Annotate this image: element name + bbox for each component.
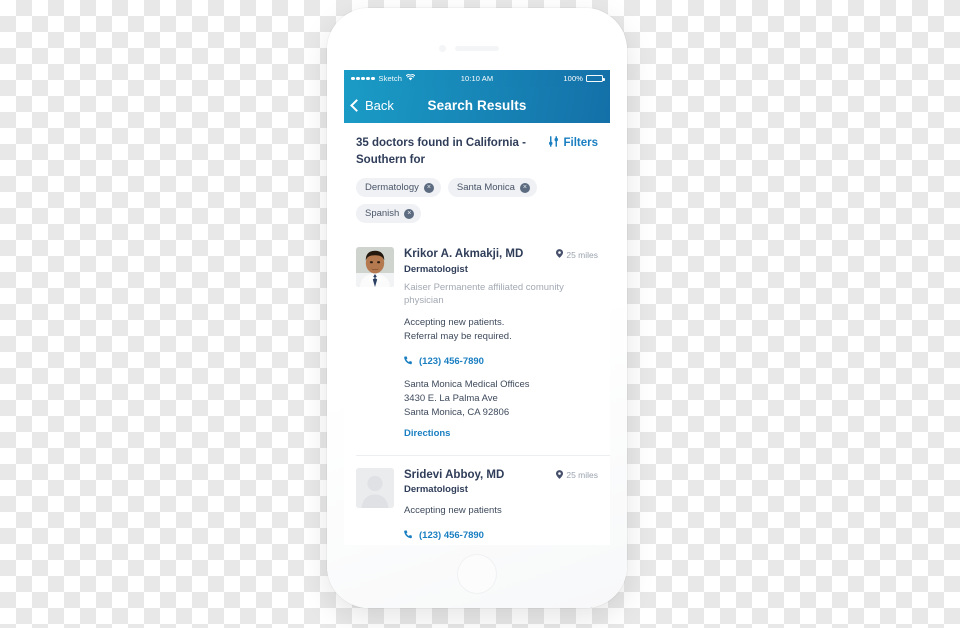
doctor-name: Sridevi Abboy, MD xyxy=(404,468,505,481)
map-pin-icon xyxy=(556,469,564,481)
doctor-photo-placeholder xyxy=(356,467,394,508)
doctor-phone-link[interactable]: (123) 456-7890 xyxy=(404,526,598,544)
earpiece-speaker xyxy=(455,46,499,51)
map-pin-icon xyxy=(556,249,564,260)
doctor-specialty: Dermatologist xyxy=(404,263,468,275)
phone-device: Sketch 10:10 AM 100% Back Search Results… xyxy=(327,8,627,608)
filters-button-label: Filters xyxy=(563,137,598,149)
filter-chip-label: Dermatology xyxy=(365,182,419,194)
doctor-name: Krikor A. Akmakji, MD xyxy=(404,248,524,261)
back-button[interactable]: Back xyxy=(350,97,394,113)
doctor-accepting-status: Accepting new patients. Referral may be … xyxy=(404,317,512,342)
filter-chip-label: Spanish xyxy=(365,208,400,220)
directions-link[interactable]: Directions xyxy=(404,428,450,439)
battery-percent-label: 100% xyxy=(563,74,583,83)
status-bar: Sketch 10:10 AM 100% xyxy=(344,70,610,87)
doctor-specialty: Dermatologist xyxy=(404,483,468,495)
filter-sliders-icon xyxy=(548,136,559,150)
doctor-photo xyxy=(356,247,394,288)
doctor-address: Santa Monica Medical Offices 3430 E. La … xyxy=(404,379,530,418)
signal-strength-icon xyxy=(351,76,375,81)
navigation-bar: Back Search Results xyxy=(344,87,610,123)
doctor-card-body: Sridevi Abboy, MD 25 miles Dermatologist… xyxy=(404,468,598,545)
doctor-result-card[interactable]: Krikor A. Akmakji, MD 25 miles Dermatolo… xyxy=(344,235,610,454)
carrier-label: Sketch xyxy=(378,74,403,83)
filter-chip-label: Santa Monica xyxy=(456,182,515,194)
doctor-card-body: Krikor A. Akmakji, MD 25 miles Dermatolo… xyxy=(404,247,598,440)
close-icon[interactable]: × xyxy=(423,182,434,193)
phone-icon xyxy=(404,352,413,370)
back-button-label: Back xyxy=(365,97,394,113)
filter-chip[interactable]: Spanish × xyxy=(356,204,422,224)
chevron-left-icon xyxy=(350,98,363,112)
distance-badge: 25 miles xyxy=(556,468,598,481)
doctor-affiliation: Kaiser Permanente affiliated comunity ph… xyxy=(404,281,564,307)
close-icon[interactable]: × xyxy=(404,208,415,219)
distance-label: 25 miles xyxy=(566,249,598,260)
distance-label: 25 miles xyxy=(566,470,598,481)
filter-chip[interactable]: Dermatology × xyxy=(356,178,441,198)
doctor-result-card[interactable]: Sridevi Abboy, MD 25 miles Dermatologist… xyxy=(356,454,610,545)
results-header: 35 doctors found in California - Souther… xyxy=(344,123,610,168)
phone-icon xyxy=(404,526,413,544)
filter-chip[interactable]: Santa Monica × xyxy=(447,178,537,198)
doctor-phone-link[interactable]: (123) 456-7890 xyxy=(404,352,598,370)
doctor-phone-number: (123) 456-7890 xyxy=(419,355,484,367)
front-camera-icon xyxy=(439,45,446,52)
doctor-card-top-row: Sridevi Abboy, MD 25 miles xyxy=(404,468,598,482)
wifi-icon xyxy=(405,73,416,83)
phone-screen: Sketch 10:10 AM 100% Back Search Results… xyxy=(344,70,610,545)
close-icon[interactable]: × xyxy=(519,182,530,193)
home-button[interactable] xyxy=(457,554,497,594)
doctor-phone-number: (123) 456-7890 xyxy=(419,529,484,541)
battery-icon xyxy=(586,74,605,83)
doctor-accepting-status: Accepting new patients xyxy=(404,504,502,516)
distance-badge: 25 miles xyxy=(556,247,598,260)
filter-chip-list: Dermatology × Santa Monica × Spanish × xyxy=(344,168,610,235)
doctor-card-top-row: Krikor A. Akmakji, MD 25 miles xyxy=(404,247,598,261)
results-count-label: 35 doctors found in California - Souther… xyxy=(356,137,526,166)
filters-button[interactable]: Filters xyxy=(548,135,598,150)
